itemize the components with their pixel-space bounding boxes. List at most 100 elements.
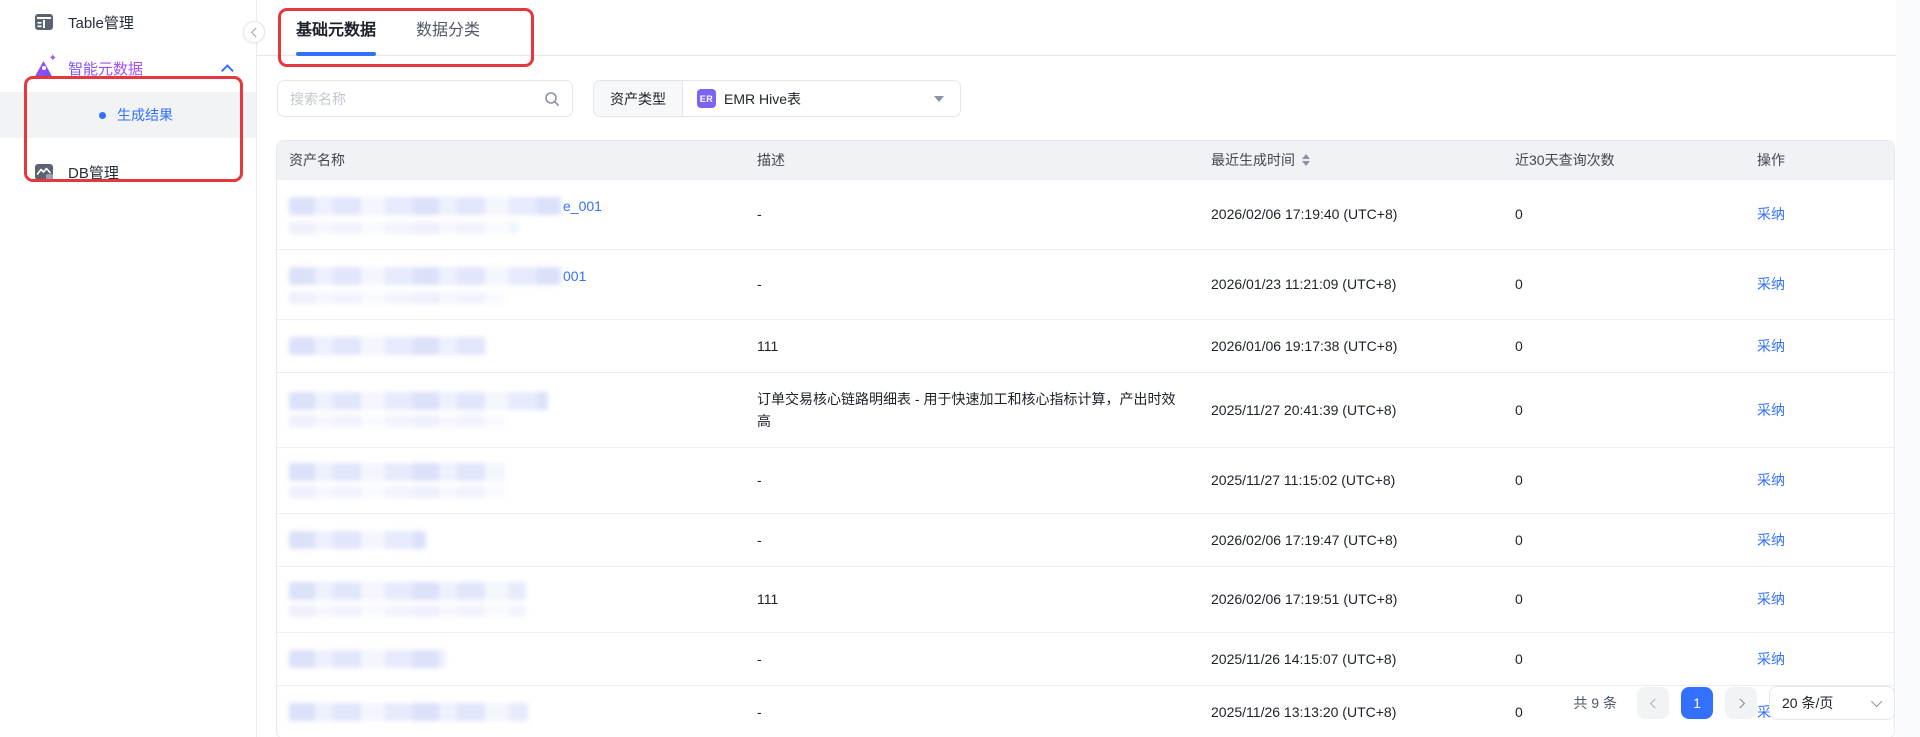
current-page-button[interactable]: 1 <box>1681 687 1713 719</box>
last-generated-cell: 2026/01/06 19:17:38 (UTC+8) <box>1199 318 1503 372</box>
asset-name-redacted[interactable]: e_001 <box>289 195 733 217</box>
emr-hive-icon: ER <box>697 89 716 108</box>
asset-name-cell <box>277 631 745 685</box>
query-count-cell: 0 <box>1503 371 1745 447</box>
db-icon <box>33 161 55 183</box>
description-cell: 111 <box>745 565 1199 632</box>
sidebar-item-smart-metadata[interactable]: ✦ 智能元数据 <box>0 44 256 92</box>
redaction-blur <box>289 462 506 481</box>
caret-down-icon <box>934 95 944 102</box>
filter-label: 资产类型 <box>594 81 683 116</box>
description-cell: - <box>745 248 1199 319</box>
search-icon[interactable] <box>544 91 560 107</box>
last-generated-cell: 2026/02/06 17:19:47 (UTC+8) <box>1199 512 1503 566</box>
query-count-cell: 0 <box>1503 446 1745 513</box>
search-input[interactable] <box>290 90 544 107</box>
adopt-link[interactable]: 采纳 <box>1757 338 1785 354</box>
asset-name-redacted[interactable]: 001 <box>289 265 733 287</box>
asset-name-cell <box>277 565 745 632</box>
table-row: -2025/11/26 14:15:07 (UTC+8) 0 采纳 <box>277 631 1894 685</box>
redaction-blur <box>289 266 561 285</box>
asset-name-redacted[interactable] <box>289 649 733 668</box>
last-generated-cell: 2026/01/23 11:21:09 (UTC+8) <box>1199 248 1503 319</box>
last-generated-cell: 2026/02/06 17:19:51 (UTC+8) <box>1199 565 1503 632</box>
total-count: 共 9 条 <box>1573 695 1617 711</box>
chevron-left-icon <box>250 27 261 37</box>
adopt-link[interactable]: 采纳 <box>1757 206 1785 222</box>
prev-page-button[interactable] <box>1637 687 1669 719</box>
action-cell: 采纳 <box>1745 318 1894 372</box>
chevron-right-icon <box>1734 698 1745 708</box>
ai-mountain-icon: ✦ <box>33 54 57 79</box>
asset-name-cell: 001 <box>277 248 745 319</box>
col-asset-name: 资产名称 <box>277 141 745 179</box>
asset-name-cell <box>277 446 745 513</box>
sidebar-item-label: DB管理 <box>68 164 119 182</box>
asset-name-link[interactable]: e_001 <box>563 195 602 217</box>
redaction-blur <box>289 196 561 215</box>
asset-name-link[interactable]: 001 <box>563 265 586 287</box>
adopt-link[interactable]: 采纳 <box>1757 651 1785 667</box>
description-cell: - <box>745 512 1199 566</box>
tab-bar: 基础元数据 数据分类 <box>257 0 1920 56</box>
sidebar-item-db-management[interactable]: DB管理 <box>0 150 256 194</box>
description-cell: - <box>745 446 1199 513</box>
table-body: e_001-2026/02/06 17:19:40 (UTC+8) 0 采纳 001-… <box>277 178 1894 737</box>
redaction-blur <box>289 604 526 617</box>
query-count-cell: 0 <box>1503 178 1745 249</box>
asset-type-select[interactable]: ER EMR Hive表 <box>683 81 960 116</box>
sidebar-item-generate-results[interactable]: 生成结果 <box>0 92 256 138</box>
pagination: 共 9 条 1 20 条/页 <box>276 686 1895 720</box>
action-cell: 采纳 <box>1745 565 1894 632</box>
adopt-link[interactable]: 采纳 <box>1757 402 1785 418</box>
redaction-blur <box>289 485 506 498</box>
redaction-blur <box>289 291 504 304</box>
sidebar-subitem-label: 生成结果 <box>117 107 173 123</box>
asset-type-filter: 资产类型 ER EMR Hive表 <box>593 80 961 117</box>
asset-name-redacted[interactable] <box>289 581 733 600</box>
bullet-dot-icon <box>99 111 106 119</box>
filter-selected-value: EMR Hive表 <box>724 90 802 107</box>
table-row: -2026/02/06 17:19:47 (UTC+8) 0 采纳 <box>277 512 1894 566</box>
redaction-blur <box>289 336 486 355</box>
assets-table: 资产名称 描述 最近生成时间 近30天查询次数 操作 e_001-2026/02… <box>276 140 1895 737</box>
active-tab-underline <box>296 51 377 56</box>
action-cell: 采纳 <box>1745 248 1894 319</box>
adopt-link[interactable]: 采纳 <box>1757 276 1785 292</box>
sidebar-item-table-management[interactable]: Table管理 <box>0 0 256 44</box>
col-description: 描述 <box>745 141 1199 179</box>
table-row: 111 2026/02/06 17:19:51 (UTC+8) 0 采纳 <box>277 565 1894 632</box>
table-row: e_001 -2026/02/06 17:19:40 (UTC+8) 0 采纳 <box>277 178 1894 249</box>
next-page-button[interactable] <box>1725 687 1757 719</box>
asset-name-redacted[interactable] <box>289 530 733 549</box>
last-generated-cell: 2025/11/26 14:15:07 (UTC+8) <box>1199 631 1503 685</box>
action-cell: 采纳 <box>1745 631 1894 685</box>
page-size-select[interactable]: 20 条/页 <box>1769 686 1895 720</box>
query-count-cell: 0 <box>1503 631 1745 685</box>
col-query-count-30d: 近30天查询次数 <box>1503 141 1745 179</box>
asset-name-redacted[interactable] <box>289 392 733 410</box>
adopt-link[interactable]: 采纳 <box>1757 532 1785 548</box>
table-row: 订单交易核心链路明细表 - 用于快速加工和核心指标计算，产出时效高 2025/11… <box>277 371 1894 447</box>
asset-name-cell <box>277 371 745 447</box>
action-cell: 采纳 <box>1745 446 1894 513</box>
tab-data-classification[interactable]: 数据分类 <box>416 0 480 56</box>
description-cell: - <box>745 178 1199 249</box>
tab-label: 数据分类 <box>416 21 481 39</box>
table-row: 001 -2026/01/23 11:21:09 (UTC+8) 0 采纳 <box>277 248 1894 319</box>
chevron-up-icon[interactable] <box>221 63 234 77</box>
last-generated-cell: 2025/11/27 20:41:39 (UTC+8) <box>1199 371 1503 447</box>
redaction-blur <box>289 392 548 410</box>
tab-basic-metadata[interactable]: 基础元数据 <box>296 0 377 56</box>
adopt-link[interactable]: 采纳 <box>1757 591 1785 607</box>
asset-name-redacted[interactable] <box>289 462 733 481</box>
table-icon <box>33 11 55 33</box>
col-last-generated: 最近生成时间 <box>1199 141 1503 179</box>
query-count-cell: 0 <box>1503 512 1745 566</box>
redaction-blur <box>289 530 426 549</box>
sidebar-collapse-button[interactable] <box>243 21 265 43</box>
asset-name-redacted[interactable] <box>289 336 733 355</box>
adopt-link[interactable]: 采纳 <box>1757 472 1785 488</box>
sort-icon[interactable] <box>1302 153 1310 166</box>
chevron-down-icon <box>1870 695 1883 708</box>
